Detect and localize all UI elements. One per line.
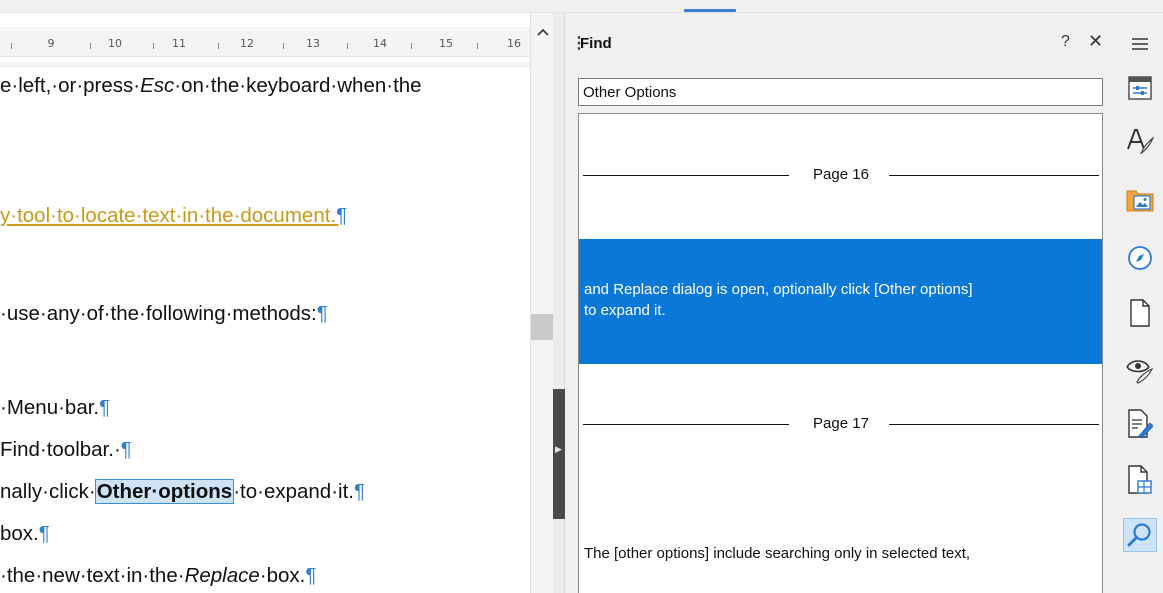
find-results-list[interactable]: Page 16 and Replace dialog is open, opti… [578,113,1103,593]
text-run: ·on·the·keyboard·when·the [174,74,422,97]
ruler-tick [411,43,412,49]
doc-line[interactable]: Find·toolbar.·¶ [0,438,132,462]
find-sidebar-panel: ⋮ Find ? ✕ Page 16 and Replace dialog is… [565,13,1115,593]
doc-line[interactable]: ·Menu·bar.¶ [0,396,110,420]
ruler-number: 10 [108,37,122,50]
top-accent-indicator [684,9,736,12]
page-icon[interactable] [1123,296,1157,330]
result-text-line: to expand it. [584,302,666,319]
gallery-icon[interactable] [1123,183,1157,217]
page-separator-label: Page 16 [583,166,1099,183]
doc-line[interactable]: box.¶ [0,522,50,546]
pilcrow-mark: ¶ [353,480,365,503]
window-top-bar [0,0,1163,13]
text-run: ·box. [259,564,306,587]
doc-hyperlink-line[interactable]: y·tool·to·locate·text·in·the·document.¶ [0,204,347,228]
ruler-tick [218,43,219,49]
sidebar-splitter[interactable]: ▶ [553,13,565,593]
doc-line[interactable]: ·the·new·text·in·the·Replace·box.¶ [0,564,316,588]
pilcrow-mark: ¶ [305,564,317,587]
document-vertical-scrollbar[interactable] [530,13,553,593]
search-result-item[interactable]: and Replace dialog is open, optionally c… [579,239,1102,364]
ruler-number: 14 [373,37,387,50]
help-button[interactable]: ? [1061,33,1070,51]
page-separator: Page 16 [583,165,1099,185]
doc-line[interactable]: nally·click·Other·options·to·expand·it.¶ [0,479,365,504]
properties-icon[interactable] [1123,71,1157,105]
page-separator: Page 17 [583,414,1099,434]
text-run: box. [0,522,39,545]
manage-changes-icon[interactable] [1123,407,1157,441]
pilcrow-mark: ¶ [99,396,111,419]
pilcrow-mark: ¶ [316,302,328,325]
ruler-strip [0,56,530,62]
text-run: ·to·expand·it. [233,480,354,503]
styles-icon[interactable] [1123,125,1157,159]
ruler-tick [477,43,478,49]
hamburger-menu-icon[interactable] [1123,27,1157,61]
doc-line[interactable]: ·use·any·of·the·following·methods:¶ [0,302,328,326]
text-run: ·Menu·bar. [0,396,100,419]
panel-title: Find [580,35,612,52]
hyperlink-text[interactable]: y·tool·to·locate·text·in·the·document. [0,204,336,227]
find-search-input[interactable] [578,78,1103,106]
panel-header: ⋮ Find ? ✕ [565,27,1115,57]
text-run: e·left,·or·press· [0,74,141,97]
design-icon[interactable] [1123,463,1157,497]
search-result-item[interactable]: The [other options] include searching on… [579,543,1102,564]
ruler-number: 16 [507,37,521,50]
page-separator-label: Page 17 [583,415,1099,432]
navigator-icon[interactable] [1123,241,1157,275]
result-text-line: The [other options] include searching on… [584,545,971,562]
ruler-tick [90,43,91,49]
pilcrow-mark: ¶ [336,204,348,227]
text-run: ·the·new·text·in·the· [0,564,185,587]
text-run: nally·click· [0,480,96,503]
italic-text: Replace [184,564,260,587]
ruler-tick [347,43,348,49]
ruler-tick [11,43,12,49]
ruler-tick [283,43,284,49]
ruler-number: 11 [172,37,186,50]
horizontal-ruler[interactable]: 9 10 11 12 13 14 15 16 [0,27,530,67]
pilcrow-mark: ¶ [38,522,50,545]
result-text-line: and Replace dialog is open, optionally c… [584,281,973,298]
ruler-number: 9 [47,37,55,50]
italic-text: Esc [140,74,175,97]
ruler-number: 12 [240,37,254,50]
chevron-right-icon: ▶ [555,444,562,454]
find-icon[interactable] [1123,518,1157,552]
sidebar-tab-bar [1115,13,1163,593]
collapse-sidebar-handle[interactable]: ▶ [553,389,565,519]
ruler-tick [153,43,154,49]
pilcrow-mark: ¶ [120,438,132,461]
style-inspector-icon[interactable] [1123,353,1157,387]
scrollbar-thumb[interactable] [531,314,553,340]
text-run: Find·toolbar.· [0,438,121,461]
doc-line[interactable]: e·left,·or·press·Esc·on·the·keyboard·whe… [0,74,422,98]
close-button[interactable]: ✕ [1088,31,1103,52]
chevron-up-icon[interactable] [537,27,549,39]
ruler-number: 15 [439,37,453,50]
text-run: ·use·any·of·the·following·methods: [0,302,317,325]
search-highlight[interactable]: Other·options [94,479,235,504]
document-area[interactable]: 9 10 11 12 13 14 15 16 e·left,·or·press·… [0,13,530,593]
ruler-number: 13 [306,37,320,50]
